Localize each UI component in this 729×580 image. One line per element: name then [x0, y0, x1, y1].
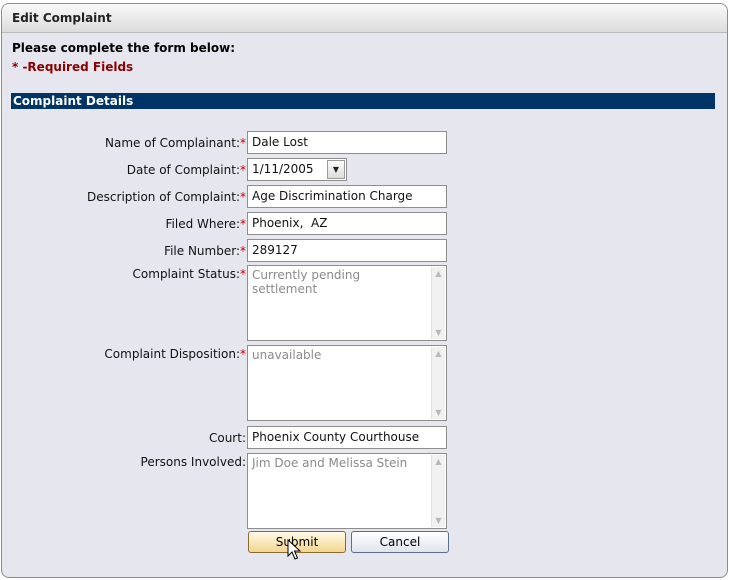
persons-involved-label: Persons Involved: — [140, 455, 246, 469]
scroll-up-arrow-icon[interactable]: ▲ — [432, 347, 445, 360]
court-input[interactable]: Phoenix County Courthouse — [247, 426, 447, 449]
scroll-down-arrow-icon[interactable]: ▼ — [432, 514, 445, 527]
section-header-complaint-details: Complaint Details — [11, 93, 715, 109]
required-marker: * — [240, 190, 246, 204]
date-of-complaint-label: Date of Complaint:* — [126, 163, 246, 177]
required-marker: * — [240, 347, 246, 361]
cancel-button[interactable]: Cancel — [351, 531, 449, 553]
filed-where-input[interactable]: Phoenix, AZ — [247, 212, 447, 235]
date-dropdown-button[interactable]: ▼ — [327, 160, 345, 179]
persons-involved-text: Jim Doe and Melissa Stein — [252, 456, 408, 470]
scroll-up-arrow-icon[interactable]: ▲ — [432, 267, 445, 280]
required-marker: * — [240, 267, 246, 281]
mouse-pointer-icon — [287, 539, 302, 560]
chevron-down-icon: ▼ — [332, 165, 340, 174]
description-of-complaint-label: Description of Complaint:* — [87, 190, 246, 204]
persons-involved-textarea[interactable]: Jim Doe and Melissa Stein ▲ ▼ — [247, 453, 447, 529]
required-marker: * — [240, 163, 246, 177]
date-of-complaint-input[interactable]: 1/11/2005 ▼ — [247, 158, 347, 181]
complaint-disposition-textarea[interactable]: unavailable ▲ ▼ — [247, 345, 447, 421]
name-of-complainant-input[interactable]: Dale Lost — [247, 131, 447, 154]
scroll-down-arrow-icon[interactable]: ▼ — [432, 326, 445, 339]
required-marker: * — [240, 244, 246, 258]
complaint-status-textarea[interactable]: Currently pending settlement ▲ ▼ — [247, 265, 447, 341]
description-of-complaint-input[interactable]: Age Discrimination Charge — [247, 185, 447, 208]
name-of-complainant-label: Name of Complainant:* — [105, 136, 246, 150]
required-marker: * — [240, 136, 246, 150]
complaint-status-text: Currently pending settlement — [252, 268, 361, 296]
complaint-status-scrollbar[interactable]: ▲ ▼ — [431, 267, 445, 339]
file-number-input[interactable]: 289127 — [247, 239, 447, 262]
scroll-down-arrow-icon[interactable]: ▼ — [432, 406, 445, 419]
complaint-disposition-text: unavailable — [252, 348, 322, 362]
form-instructions: Please complete the form below: — [12, 41, 235, 55]
persons-involved-scrollbar[interactable]: ▲ ▼ — [431, 455, 445, 527]
file-number-label: File Number:* — [164, 244, 246, 258]
filed-where-label: Filed Where:* — [165, 217, 246, 231]
court-label: Court: — [208, 431, 246, 445]
required-marker: * — [240, 217, 246, 231]
window-title: Edit Complaint — [2, 4, 727, 33]
complaint-status-label: Complaint Status:* — [132, 267, 246, 281]
complaint-disposition-label: Complaint Disposition:* — [104, 347, 246, 361]
complaint-disposition-scrollbar[interactable]: ▲ ▼ — [431, 347, 445, 419]
required-fields-note: * -Required Fields — [12, 60, 134, 74]
scroll-up-arrow-icon[interactable]: ▲ — [432, 455, 445, 468]
date-value: 1/11/2005 — [252, 162, 314, 176]
